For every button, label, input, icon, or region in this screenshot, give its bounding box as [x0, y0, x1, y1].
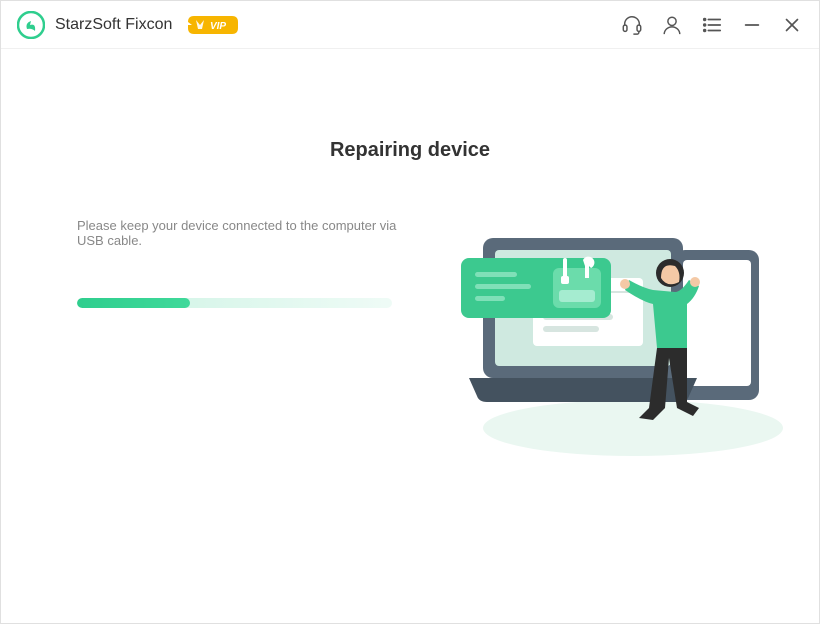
instruction-text: Please keep your device connected to the…	[77, 218, 423, 248]
support-icon[interactable]	[621, 14, 643, 36]
app-title: StarzSoft Fixcon	[55, 16, 172, 34]
svg-text:VIP: VIP	[210, 21, 226, 32]
progress-bar	[77, 298, 392, 308]
content-row: Please keep your device connected to the…	[1, 218, 819, 458]
main-content: Repairing device Please keep your device…	[1, 49, 819, 623]
app-logo-icon	[17, 11, 45, 39]
menu-icon[interactable]	[701, 14, 723, 36]
minimize-icon[interactable]	[741, 14, 763, 36]
page-heading: Repairing device	[330, 139, 490, 162]
progress-fill	[77, 298, 190, 308]
vip-badge[interactable]: VIP	[188, 14, 238, 36]
titlebar-controls	[621, 14, 803, 36]
account-icon[interactable]	[661, 14, 683, 36]
titlebar-left: StarzSoft Fixcon VIP	[17, 11, 238, 39]
close-icon[interactable]	[781, 14, 803, 36]
left-column: Please keep your device connected to the…	[1, 218, 443, 308]
titlebar: StarzSoft Fixcon VIP	[1, 1, 819, 49]
repair-illustration	[443, 218, 783, 458]
